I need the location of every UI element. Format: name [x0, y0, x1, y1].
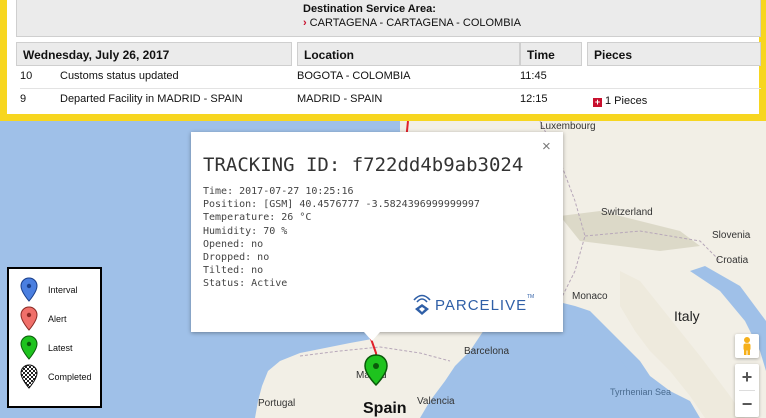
row-1-number: 10	[20, 70, 33, 82]
map-view[interactable]: Luxembourg Switzerland Slovenia Croatia …	[0, 121, 766, 418]
detail-temperature: Temperature: 26 °C	[203, 212, 312, 224]
detail-opened: Opened: no	[203, 238, 264, 250]
zoom-controls: + −	[735, 364, 759, 417]
row-1-description: Customs status updated	[60, 70, 179, 82]
header-time: Time	[520, 42, 582, 66]
row-2-location: MADRID - SPAIN	[297, 93, 383, 105]
expand-plus-icon[interactable]: +	[593, 98, 602, 107]
legend-item-alert: Alert	[19, 306, 99, 332]
pegman-icon	[743, 337, 751, 355]
detail-dropped: Dropped: no	[203, 252, 270, 264]
map-label-slovenia: Slovenia	[712, 230, 751, 241]
map-label-luxembourg: Luxembourg	[540, 121, 596, 132]
zoom-in-button[interactable]: +	[735, 364, 759, 390]
map-label-tyrrhenian-sea: Tyrrhenian Sea	[610, 387, 672, 397]
map-legend: Interval Alert Latest Completed	[7, 267, 102, 408]
legend-label-completed: Completed	[48, 372, 92, 382]
chevron-right-icon: ›	[303, 17, 307, 29]
row-2-time: 12:15	[520, 93, 548, 105]
row-1-time: 11:45	[520, 70, 547, 82]
row-1-location: BOGOTA - COLOMBIA	[297, 70, 411, 82]
destination-value-text: CARTAGENA - CARTAGENA - COLOMBIA	[309, 17, 521, 29]
legend-item-latest: Latest	[19, 335, 99, 361]
legend-item-interval: Interval	[19, 277, 99, 303]
legend-item-completed: Completed	[19, 364, 99, 390]
close-icon[interactable]: ×	[542, 138, 551, 155]
detail-tilted: Tilted: no	[203, 265, 264, 277]
legend-label-latest: Latest	[48, 343, 73, 353]
destination-service-area-box: Destination Service Area: › CARTAGENA - C…	[16, 0, 761, 37]
tracking-info-window: × TRACKING ID: f722dd4b9ab3024 Time: 201…	[191, 132, 563, 332]
info-window-pointer	[364, 332, 380, 341]
latest-location-marker[interactable]	[362, 353, 390, 389]
green-pin-icon	[20, 335, 38, 360]
detail-time: Time: 2017-07-27 10:25:16	[203, 186, 354, 197]
parcelive-logo-icon	[413, 294, 431, 315]
header-pieces: Pieces	[587, 42, 761, 66]
map-label-monaco: Monaco	[572, 291, 608, 302]
map-label-portugal: Portugal	[258, 398, 296, 409]
detail-position: Position: [GSM] 40.4576777 -3.5824396999…	[203, 199, 480, 211]
header-date: Wednesday, July 26, 2017	[16, 42, 292, 66]
row-2-pieces-label[interactable]: 1 Pieces	[605, 95, 647, 107]
parcelive-logo-text: PARCELIVE	[435, 297, 528, 314]
map-label-croatia: Croatia	[716, 255, 749, 266]
row-divider	[20, 88, 761, 89]
destination-title: Destination Service Area:	[303, 3, 436, 15]
blue-pin-icon	[20, 277, 38, 302]
parcelive-logo: PARCELIVE TM	[409, 288, 534, 320]
map-label-valencia: Valencia	[417, 396, 455, 407]
tracking-id-title: TRACKING ID: f722dd4b9ab3024	[203, 154, 524, 176]
parcelive-logo-tm: TM	[527, 294, 535, 300]
tracking-details: Time: 2017-07-27 10:25:16 Position: [GSM…	[203, 185, 480, 291]
legend-label-interval: Interval	[48, 285, 78, 295]
header-location: Location	[297, 42, 520, 66]
row-2-number: 9	[20, 93, 27, 105]
row-2-description: Departed Facility in MADRID - SPAIN	[60, 93, 243, 105]
shipment-history-panel: Destination Service Area: › CARTAGENA - C…	[0, 0, 766, 121]
row-2-pieces[interactable]: +1 Pieces	[593, 95, 647, 107]
map-label-spain: Spain	[363, 400, 407, 417]
red-pin-icon	[20, 306, 38, 331]
legend-label-alert: Alert	[48, 314, 67, 324]
map-label-barcelona: Barcelona	[464, 346, 510, 357]
map-label-switzerland: Switzerland	[601, 207, 653, 218]
detail-humidity: Humidity: 70 %	[203, 225, 288, 237]
map-label-italy: Italy	[674, 308, 700, 324]
destination-value: › CARTAGENA - CARTAGENA - COLOMBIA	[303, 17, 521, 29]
checkered-pin-icon	[20, 364, 38, 389]
zoom-out-button[interactable]: −	[735, 391, 759, 417]
street-view-pegman-button[interactable]	[735, 334, 759, 358]
